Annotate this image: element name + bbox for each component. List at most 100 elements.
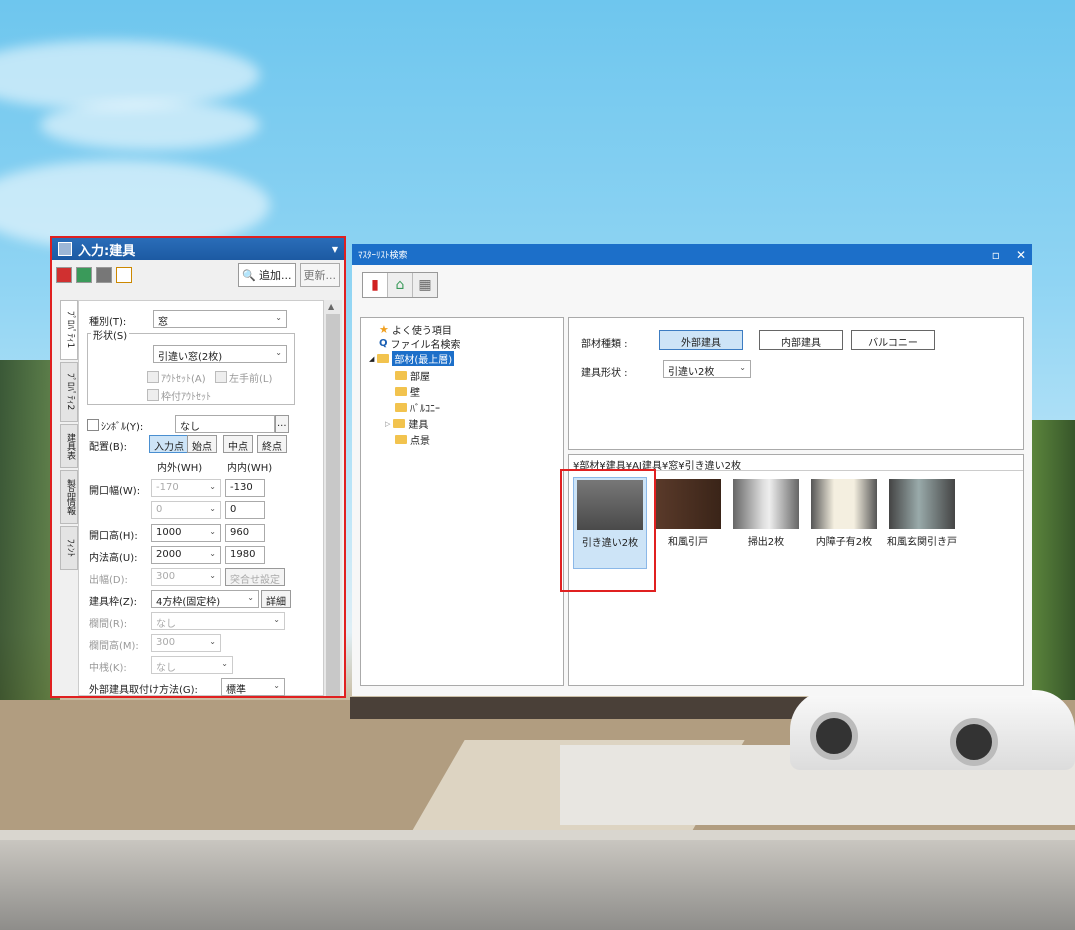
place-end-point-button[interactable]: 終点	[257, 435, 287, 453]
place-label: 配置(B):	[89, 442, 128, 453]
vertical-tabs: ﾌﾟﾛﾊﾟﾃｨ1 ﾌﾟﾛﾊﾟﾃｨ2 建具表 製品情報 ﾌｨﾝﾄ	[60, 300, 78, 572]
inner-height-label: 内法高(U):	[89, 553, 138, 564]
category-tool-group: ▮ ⌂ ▦	[362, 272, 438, 298]
chevron-down-icon: ⌄	[221, 659, 228, 668]
result-item[interactable]: 掃出2枚	[729, 477, 803, 569]
transom-height-label: 欄間高(M):	[89, 641, 139, 652]
mullion-label: 中桟(K):	[89, 663, 127, 674]
folder-icon	[395, 371, 407, 380]
tree-item-label: 建具	[408, 420, 429, 431]
tree-item-fitting[interactable]: ▷ 建具	[385, 416, 428, 431]
symbol-label: ｼﾝﾎﾞﾙ(Y):	[101, 422, 144, 433]
tree-item-favorites[interactable]: ★ よく使う項目	[379, 322, 452, 337]
tree-item-wall[interactable]: 壁	[395, 384, 420, 399]
place-start-point-button[interactable]: 始点	[187, 435, 217, 453]
tab-fitting-table[interactable]: 建具表	[60, 424, 78, 468]
tab-font[interactable]: ﾌｨﾝﾄ	[60, 526, 78, 570]
tree-item-label: 壁	[410, 388, 420, 399]
house-icon[interactable]	[76, 267, 92, 283]
maximize-icon[interactable]: ▫	[992, 248, 1000, 262]
tree-item-label: ファイル名検索	[390, 340, 461, 351]
place-input-point-button[interactable]: 入力点	[149, 435, 189, 453]
inner-height-outer[interactable]: 2000 ⌄	[151, 546, 221, 564]
book-icon[interactable]	[56, 267, 72, 283]
form-scrollbar[interactable]: ▲	[324, 300, 342, 696]
panel-title-bar[interactable]: 入力:建具 ▼	[52, 238, 344, 260]
car-wheel	[810, 712, 858, 760]
scroll-up-icon[interactable]: ▲	[328, 302, 334, 311]
inner-height-inner[interactable]: 1980	[225, 546, 265, 564]
expand-icon[interactable]: ▷	[385, 420, 390, 428]
car	[790, 690, 1075, 770]
grid-icon[interactable]	[96, 267, 112, 283]
col-outer-header: 内外(WH)	[157, 463, 203, 474]
type-select[interactable]: 窓 ⌄	[153, 310, 287, 328]
update-button[interactable]: 更新...	[299, 263, 340, 287]
mullion-select[interactable]: なし ⌄	[151, 656, 233, 674]
left-front-checkbox[interactable]	[215, 371, 227, 383]
row2-inner[interactable]: 0	[225, 501, 265, 519]
grid-icon[interactable]: ▦	[413, 273, 437, 297]
item-caption: 掃出2枚	[747, 537, 785, 548]
scrollbar-thumb[interactable]	[326, 314, 340, 696]
col-inner-header: 内内(WH)	[227, 463, 273, 474]
tab-property2[interactable]: ﾌﾟﾛﾊﾟﾃｨ2	[60, 362, 78, 422]
filter-panel: 部材種類 : 外部建具 内部建具 バルコニー 建具形状 : 引違い2枚 ⌄	[568, 317, 1024, 450]
outset-label: ｱｳﾄｾｯﾄ(A)	[161, 374, 206, 385]
expand-icon[interactable]: ◢	[369, 355, 374, 363]
row2-outer[interactable]: 0 ⌄	[151, 501, 221, 519]
open-width-label: 開口幅(W):	[89, 486, 141, 497]
transom-height-select[interactable]: 300 ⌄	[151, 634, 221, 652]
panel-app-icon	[58, 242, 72, 256]
shape-select[interactable]: 引違い窓(2枚) ⌄	[153, 345, 287, 363]
fit-setting-button[interactable]: 突合せ設定	[225, 568, 285, 586]
shape-select-value: 引違い窓(2枚)	[158, 352, 223, 363]
item-caption: 内障子有2枚	[815, 537, 873, 548]
panel-dropdown-icon[interactable]: ▼	[332, 245, 338, 254]
symbol-browse-button[interactable]: ...	[275, 415, 289, 433]
tree-item-root[interactable]: ◢ 部材(最上層)	[369, 351, 455, 366]
transom-select[interactable]: なし ⌄	[151, 612, 285, 630]
frame-outset-checkbox[interactable]	[147, 389, 159, 401]
add-button[interactable]: 🔍 追加...	[238, 263, 296, 287]
house-icon[interactable]: ⌂	[388, 273, 413, 297]
tree-item-balcony[interactable]: ﾊﾞﾙｺﾆｰ	[395, 400, 440, 415]
window-title-bar[interactable]: ﾏｽﾀｰﾘｽﾄ検索 ▫ ✕	[352, 244, 1032, 265]
tree-item-room[interactable]: 部屋	[395, 368, 430, 383]
kind-interior-button[interactable]: 内部建具	[759, 330, 843, 350]
tree-item-file-search[interactable]: Q ファイル名検索	[379, 336, 461, 351]
result-item[interactable]: 和風玄関引き戸	[885, 477, 959, 569]
result-item[interactable]: 内障子有2枚	[807, 477, 881, 569]
tab-property1[interactable]: ﾌﾟﾛﾊﾟﾃｨ1	[60, 300, 78, 360]
tab-product-info[interactable]: 製品情報	[60, 470, 78, 524]
road	[0, 840, 1075, 930]
outset-checkbox[interactable]	[147, 371, 159, 383]
open-width-outer[interactable]: -170 ⌄	[151, 479, 221, 497]
chevron-down-icon: ⌄	[209, 571, 216, 580]
tree-item-label: 点景	[410, 436, 430, 447]
symbol-checkbox[interactable]	[87, 419, 99, 431]
symbol-input[interactable]: なし	[175, 415, 275, 433]
chevron-down-icon: ⌄	[209, 637, 216, 646]
result-item[interactable]: 和風引戸	[651, 477, 725, 569]
shape-filter-select[interactable]: 引違い2枚 ⌄	[663, 360, 751, 378]
open-width-inner[interactable]: -130	[225, 479, 265, 497]
frame-select[interactable]: 4方枠(固定枠) ⌄	[151, 590, 259, 608]
book-icon[interactable]: ▮	[363, 273, 388, 297]
open-height-inner[interactable]: 960	[225, 524, 265, 542]
folder-icon	[395, 387, 407, 396]
document-icon[interactable]	[116, 267, 132, 283]
chevron-down-icon: ⌄	[273, 615, 280, 624]
master-list-window: ﾏｽﾀｰﾘｽﾄ検索 ▫ ✕ ▮ ⌂ ▦ ★ よく使う項目 Q ファイル名検索 ◢ 部材…	[352, 244, 1032, 696]
kind-exterior-button[interactable]: 外部建具	[659, 330, 743, 350]
search-icon: 🔍	[242, 268, 256, 282]
kind-balcony-button[interactable]: バルコニー	[851, 330, 935, 350]
open-height-outer[interactable]: 1000 ⌄	[151, 524, 221, 542]
out-width-label: 出幅(D):	[89, 575, 128, 586]
place-mid-point-button[interactable]: 中点	[223, 435, 253, 453]
out-width-select[interactable]: 300 ⌄	[151, 568, 221, 586]
tree-item-scenery[interactable]: 点景	[395, 432, 430, 447]
mount-select[interactable]: 標準 ⌄	[221, 678, 285, 696]
frame-detail-button[interactable]: 詳細	[261, 590, 291, 608]
close-icon[interactable]: ✕	[1016, 248, 1026, 262]
